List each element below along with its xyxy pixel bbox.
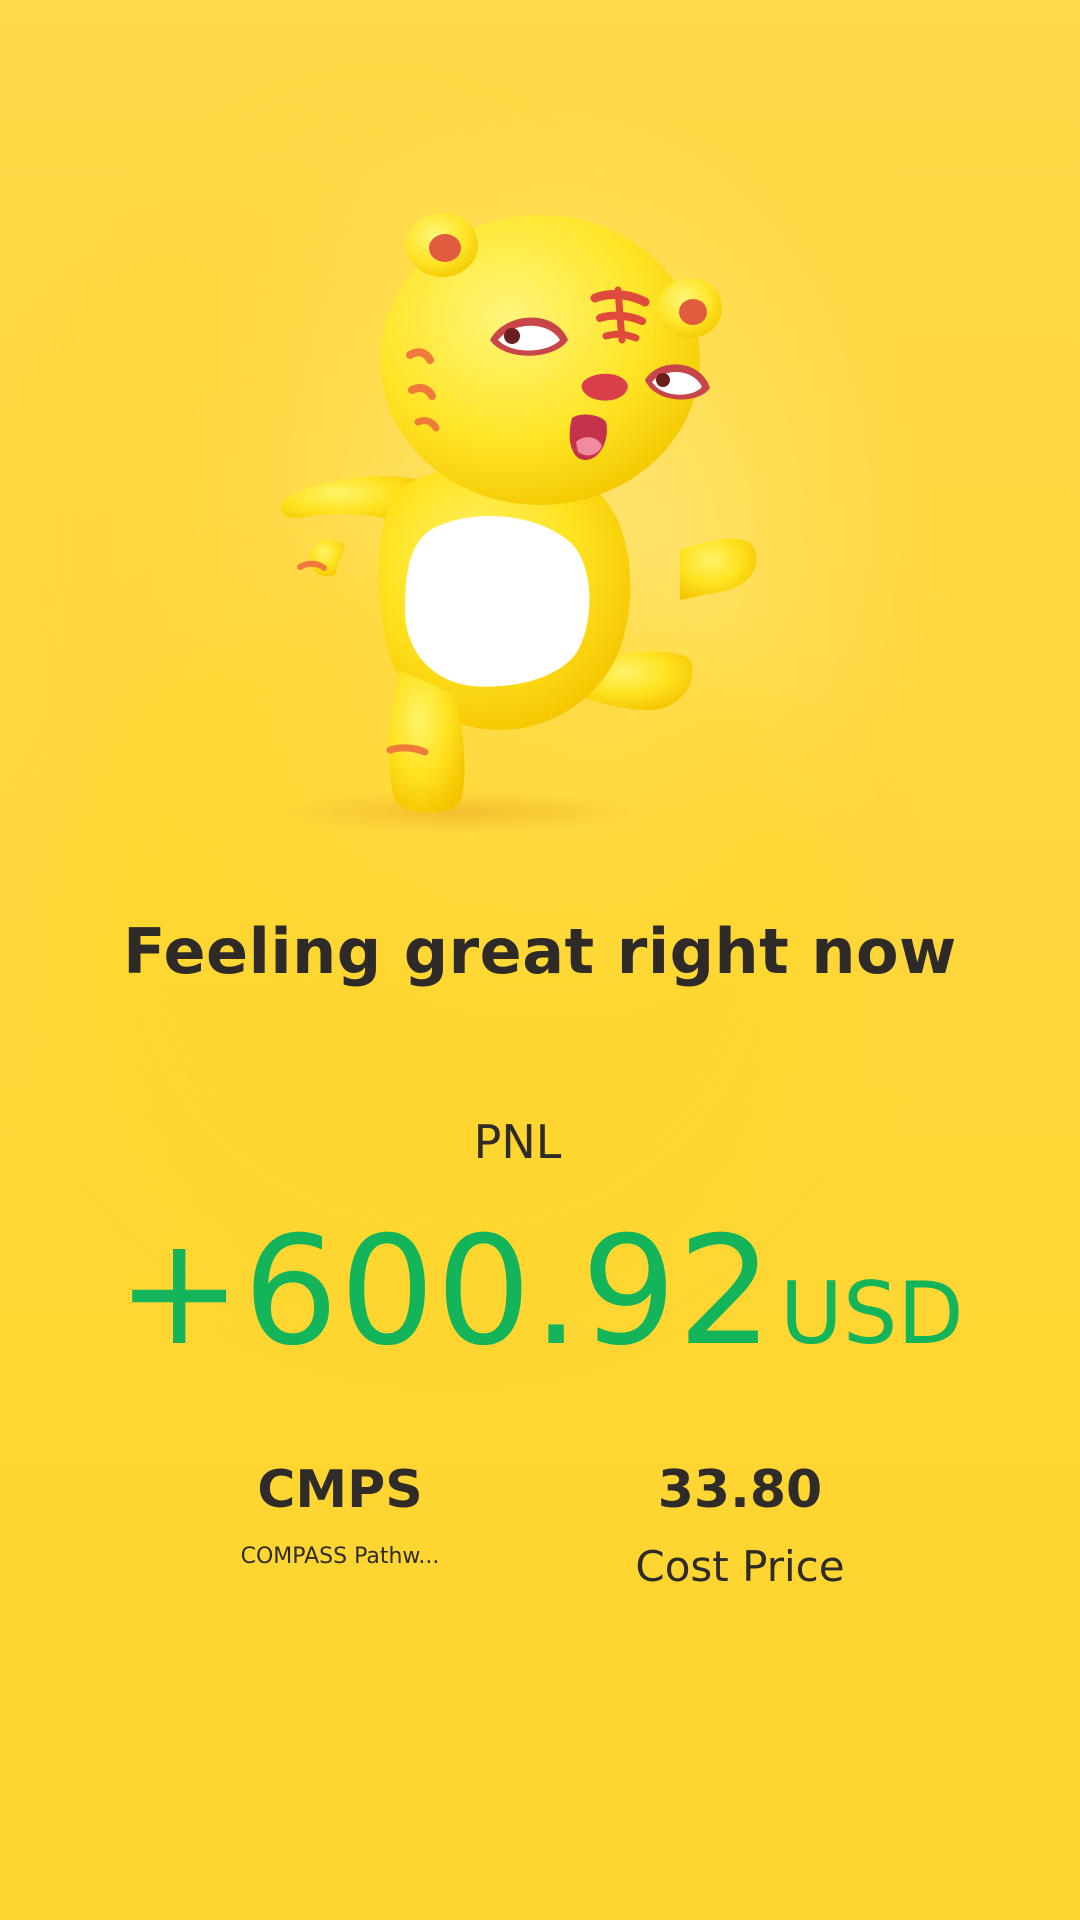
cost-price-label: Cost Price [635, 1542, 845, 1591]
cost-price-info: 33.80 Cost Price [590, 1460, 890, 1591]
stock-info: CMPS COMPASS Pathw... [190, 1460, 490, 1569]
mood-headline: Feeling great right now [123, 915, 957, 988]
stock-name: COMPASS Pathw... [240, 1544, 440, 1569]
cost-price-value: 33.80 [657, 1460, 823, 1520]
stock-symbol: CMPS [257, 1460, 423, 1520]
pnl-label: PNL [473, 1115, 562, 1169]
tiger-mascot-icon [250, 190, 830, 850]
pnl-value: +600.92 [116, 1205, 774, 1379]
pnl-currency-unit: USD [779, 1264, 964, 1364]
pnl-value-display: +600.92USD [0, 1205, 1080, 1379]
